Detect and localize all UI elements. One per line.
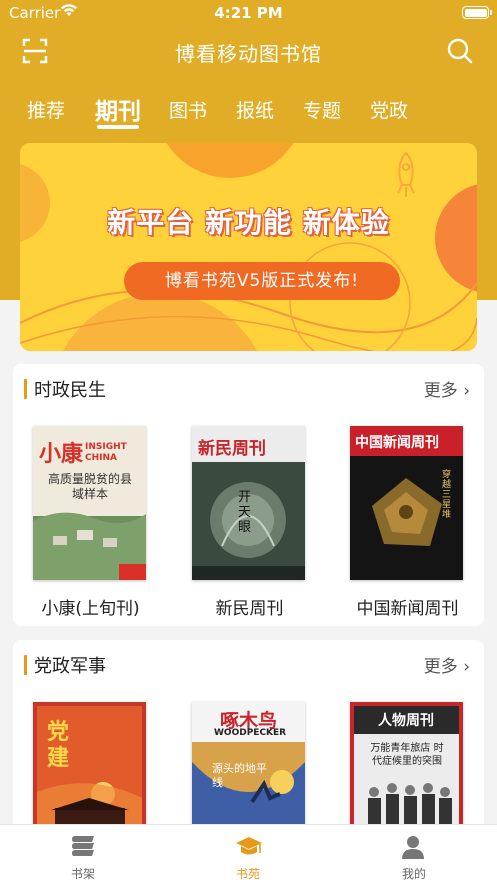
banner-headline: 新平台 新功能 新体验 <box>107 206 390 239</box>
tab-periodicals[interactable]: 期刊 <box>95 92 141 126</box>
cover-masthead: 新民周刊 <box>198 439 266 459</box>
more-label: 更多 <box>423 657 458 677</box>
book-title: 小康(上旬刊) <box>41 599 140 619</box>
section-current-affairs: 时政民生 更多 › 小康 INSIGHT CHINA 高质量脱贫的县域样本 小康… <box>13 364 484 626</box>
active-tab-indicator <box>97 125 139 129</box>
tab-mine[interactable]: 我的 <box>354 825 474 883</box>
status-bar: Carrier 4:21 PM <box>0 0 497 26</box>
section-accent-bar <box>24 655 27 675</box>
cover-headline: 源头的地平线 <box>212 762 267 789</box>
book-cover: 小康 INSIGHT CHINA 高质量脱贫的县域样本 <box>33 426 146 580</box>
tab-bookshelf-label: 书架 <box>70 867 95 881</box>
section-accent-bar <box>24 379 27 399</box>
cover-headline: 穿越三星堆 <box>442 470 452 520</box>
tab-mine-label: 我的 <box>401 867 426 881</box>
section-title: 党政军事 <box>34 656 106 677</box>
book-cover: 中国新闻周刊 穿越三星堆 <box>350 426 463 580</box>
cover-masthead: 小康 <box>39 442 84 467</box>
tab-library[interactable]: 书苑 <box>188 825 308 883</box>
tab-library-label: 书苑 <box>235 867 260 881</box>
bookshelf-icon <box>72 836 94 856</box>
cover-english: INSIGHT CHINA <box>85 442 127 463</box>
cover-english: WOODPECKER <box>214 728 287 738</box>
tab-books[interactable]: 图书 <box>169 96 207 123</box>
battery-icon <box>462 6 492 19</box>
chevron-right-icon: › <box>463 657 470 677</box>
search-icon[interactable] <box>446 37 474 65</box>
book-cover: 新民周刊 开天眼 <box>192 426 305 580</box>
cover-masthead: 中国新闻周刊 <box>355 435 439 451</box>
book-cover: 啄木鸟 WOODPECKER 源头的地平线 <box>192 702 305 840</box>
book-cover: 党建 <box>33 702 146 840</box>
more-link[interactable]: 更多 › <box>424 652 470 677</box>
cover-headline: 高质量脱贫的县域样本 <box>47 472 132 501</box>
section-title: 时政民生 <box>34 380 106 401</box>
category-tabs: 推荐 期刊 图书 报纸 专题 党政 <box>0 90 497 130</box>
cover-headline: 开天眼 <box>238 490 252 535</box>
tab-bookshelf[interactable]: 书架 <box>23 825 143 883</box>
book-title: 中国新闻周刊 <box>356 599 459 619</box>
book-cover: 人物周刊 万能青年旅店 时代症候里的突围 <box>350 702 463 840</box>
user-icon <box>402 836 424 859</box>
tab-newspapers[interactable]: 报纸 <box>236 96 274 123</box>
banner-subline: 博看书苑V5版正式发布! <box>124 262 400 300</box>
book-title: 新民周刊 <box>215 599 284 619</box>
cover-headline: 万能青年旅店 时代症候里的突围 <box>370 743 444 767</box>
more-link[interactable]: 更多 › <box>424 376 470 401</box>
navigation-bar: 博看移动图书馆 <box>0 28 497 74</box>
chevron-right-icon: › <box>463 381 470 401</box>
bottom-tab-bar: 书架 书苑 我的 <box>0 824 497 883</box>
promo-banner[interactable]: 新平台 新功能 新体验 博看书苑V5版正式发布! <box>20 143 477 351</box>
page-title: 博看移动图书馆 <box>175 42 322 66</box>
status-time: 4:21 PM <box>214 4 283 22</box>
more-label: 更多 <box>423 381 458 401</box>
cover-masthead: 党建 <box>47 720 70 771</box>
tab-party-affairs[interactable]: 党政 <box>370 96 408 123</box>
tab-recommend[interactable]: 推荐 <box>27 96 65 123</box>
tab-topics[interactable]: 专题 <box>303 96 341 123</box>
banner-background-art <box>20 143 477 351</box>
graduation-cap-icon <box>236 837 262 855</box>
section-party-military: 党政军事 更多 › 党建 啄木鸟 WOODPECKER 源头的地平线 人物周刊 … <box>13 640 484 840</box>
cover-masthead: 人物周刊 <box>378 713 434 729</box>
